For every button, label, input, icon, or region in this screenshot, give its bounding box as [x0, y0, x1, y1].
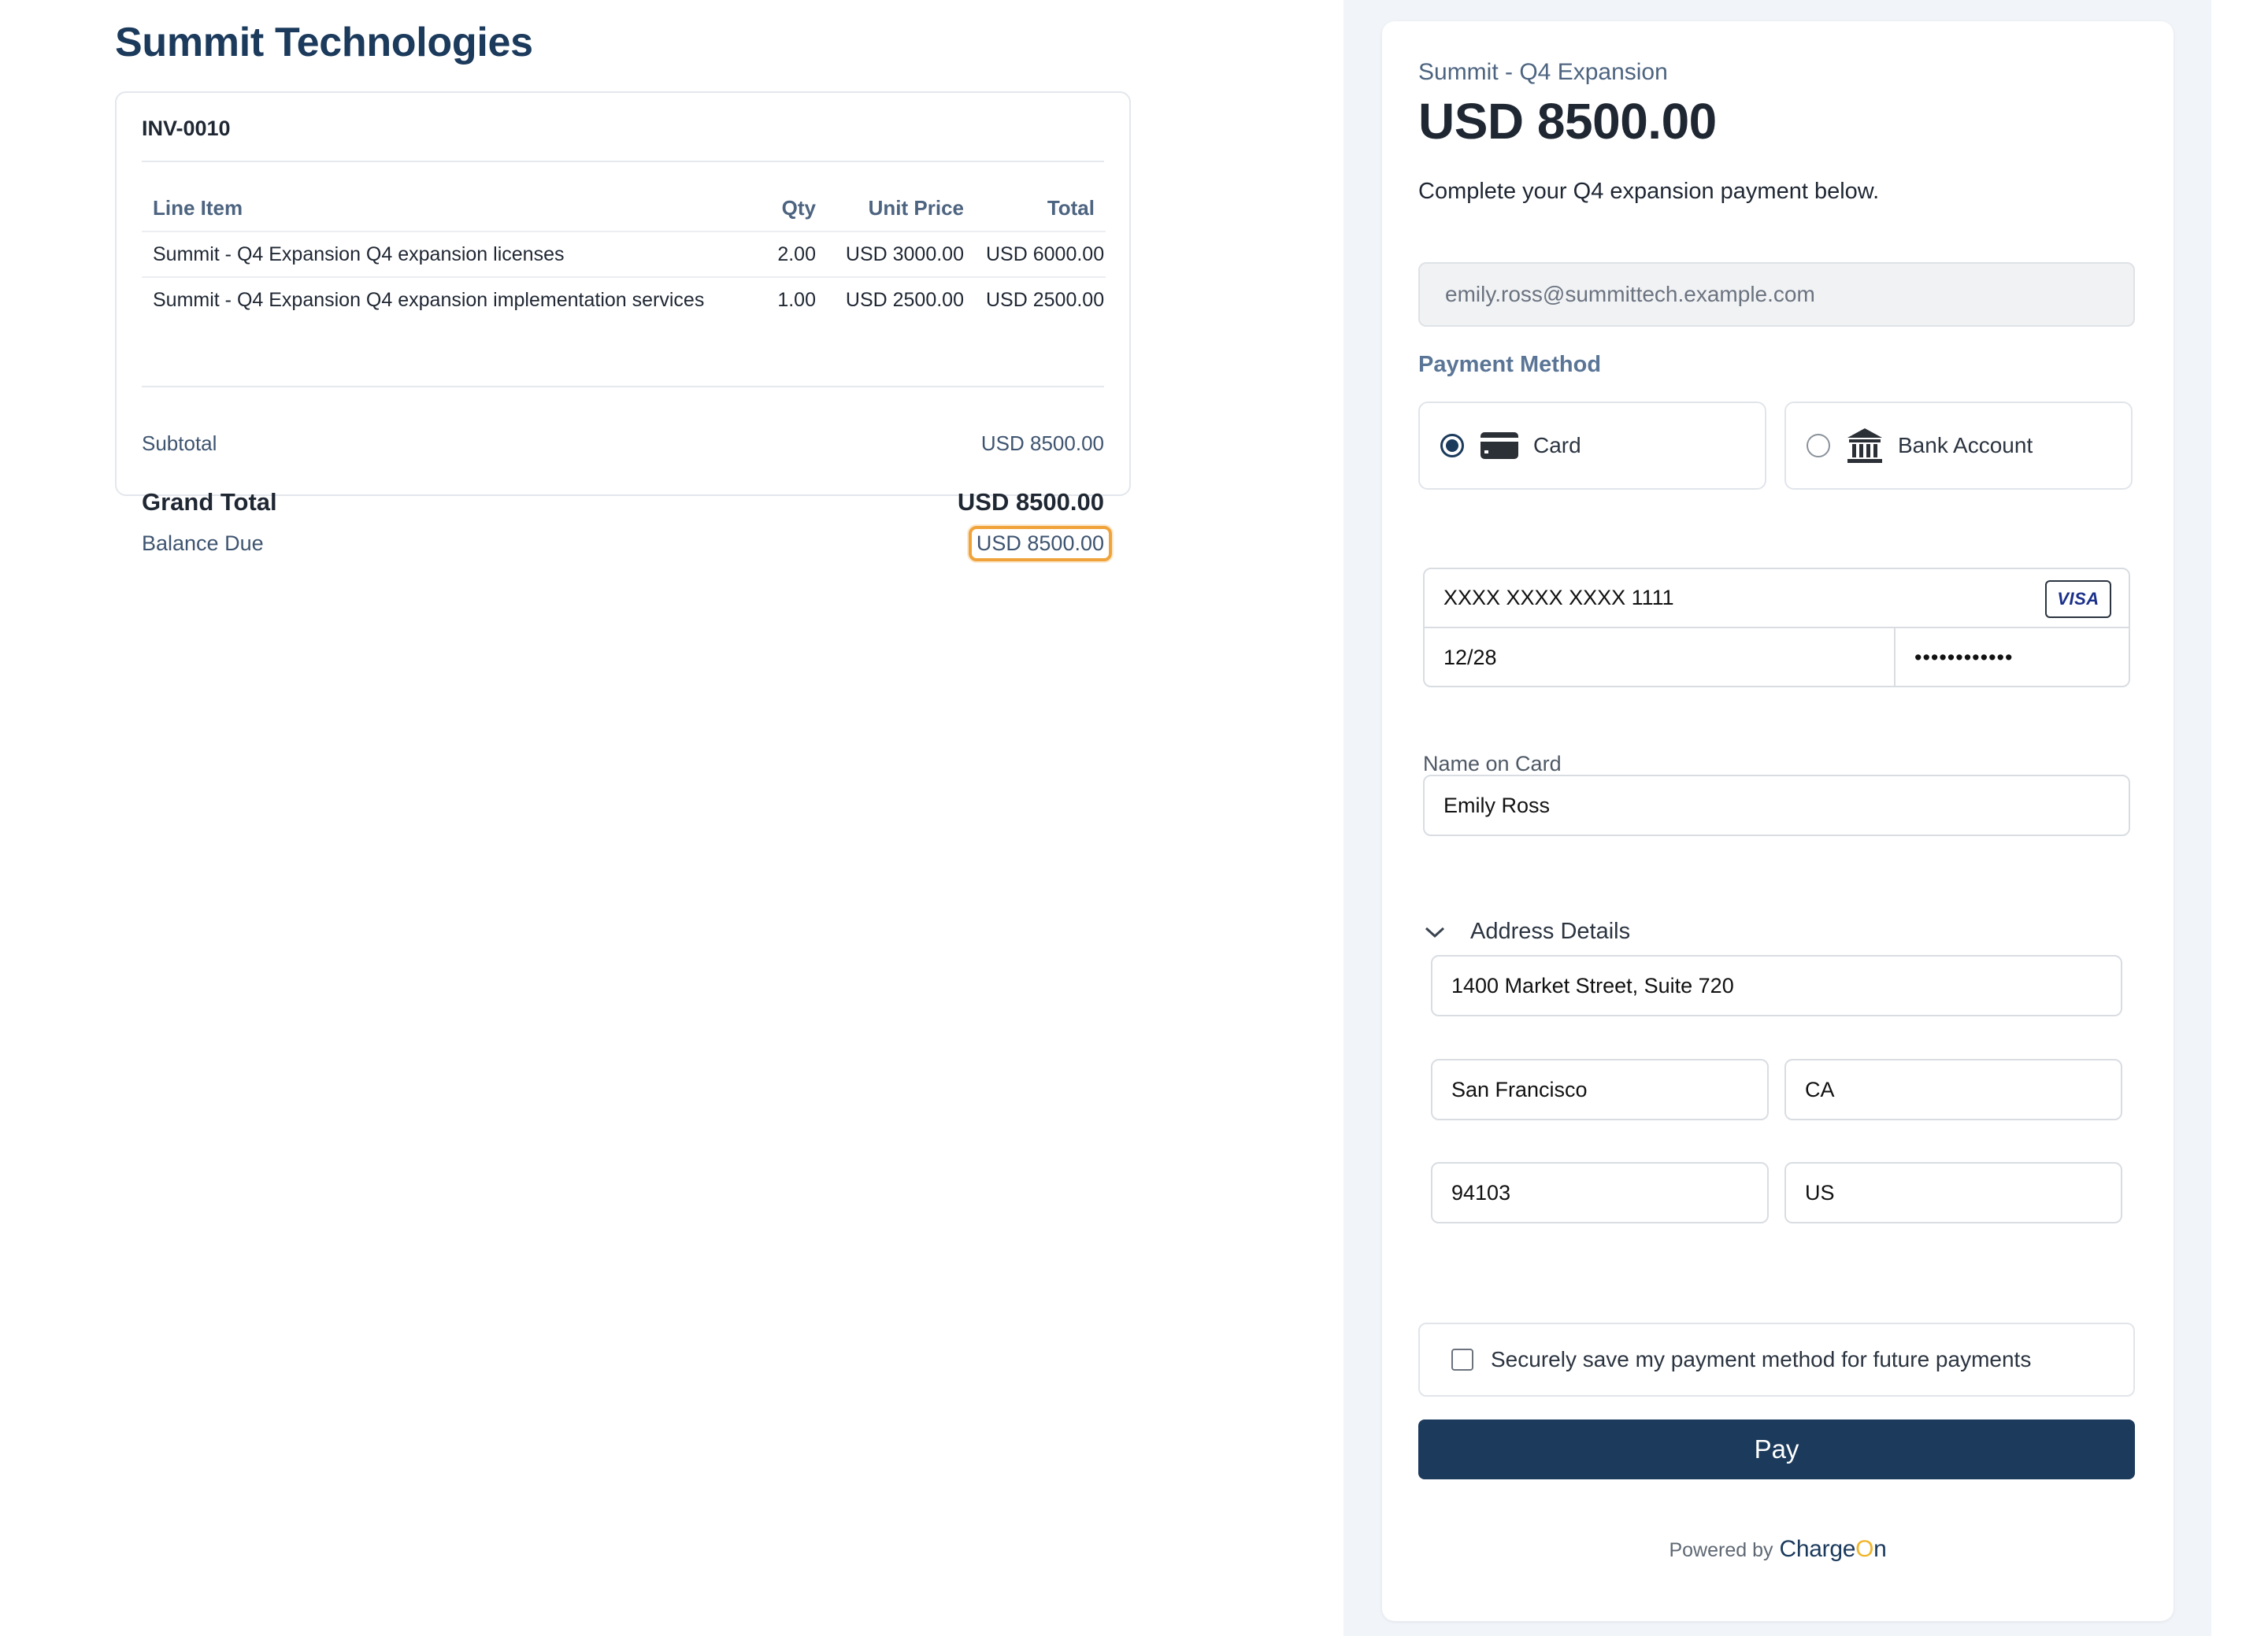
table-row: Summit - Q4 Expansion Q4 expansion licen… — [142, 231, 1106, 277]
country-input[interactable]: US — [1784, 1162, 2122, 1223]
line-item-qty: 2.00 — [747, 231, 827, 277]
card-cvc-input[interactable]: •••••••••••• — [1896, 628, 2130, 687]
grand-total-value: USD 8500.00 — [957, 488, 1104, 516]
balance-due-value: USD 8500.00 — [968, 526, 1112, 561]
email-field[interactable]: emily.ross@summittech.example.com — [1418, 262, 2135, 327]
address-details-toggle[interactable]: Address Details — [1423, 919, 1630, 945]
city-input[interactable]: San Francisco — [1431, 1059, 1769, 1120]
credit-card-icon — [1480, 431, 1519, 460]
card-expiry-input[interactable]: 12/28 — [1425, 628, 1896, 687]
card-details-group: XXXX XXXX XXXX 1111 VISA 12/28 •••••••••… — [1423, 568, 2130, 687]
pay-button[interactable]: Pay — [1418, 1419, 2135, 1479]
invoice-divider — [142, 161, 1104, 162]
brand-suffix: n — [1873, 1536, 1887, 1562]
table-header-row: Line Item Qty Unit Price Total — [142, 186, 1106, 231]
powered-by-label: Powered by — [1669, 1539, 1773, 1561]
chevron-down-icon — [1423, 920, 1447, 944]
card-radio[interactable] — [1440, 434, 1464, 457]
line-item-name: Summit - Q4 Expansion Q4 expansion licen… — [142, 231, 747, 277]
line-item-unit-price: USD 3000.00 — [827, 231, 975, 277]
line-item-total: USD 2500.00 — [975, 276, 1106, 323]
payment-method-card-option[interactable]: Card — [1418, 402, 1766, 490]
payment-method-bank-option[interactable]: Bank Account — [1784, 402, 2133, 490]
column-header-qty: Qty — [781, 196, 816, 220]
balance-due-row: Balance Due USD 8500.00 — [142, 526, 1112, 561]
visa-icon: VISA — [2045, 580, 2111, 618]
save-payment-method-option[interactable]: Securely save my payment method for futu… — [1418, 1323, 2135, 1397]
name-on-card-label: Name on Card — [1423, 752, 1562, 775]
brand-prefix: Charge — [1779, 1536, 1856, 1562]
save-method-checkbox[interactable] — [1451, 1349, 1473, 1371]
payment-note: Complete your Q4 expansion payment below… — [1418, 179, 1880, 204]
column-header-total: Total — [1047, 196, 1095, 220]
bank-option-label: Bank Account — [1898, 433, 2033, 457]
postal-code-input[interactable]: 94103 — [1431, 1162, 1769, 1223]
state-input[interactable]: CA — [1784, 1059, 2122, 1120]
column-header-line-item: Line Item — [153, 196, 243, 220]
summary-divider — [142, 386, 1104, 387]
card-number-input[interactable]: XXXX XXXX XXXX 1111 — [1425, 569, 2129, 628]
column-header-unit-price: Unit Price — [868, 196, 964, 220]
address-line1-input[interactable]: 1400 Market Street, Suite 720 — [1431, 955, 2122, 1016]
line-item-name: Summit - Q4 Expansion Q4 expansion imple… — [142, 276, 747, 323]
card-option-label: Card — [1533, 433, 1581, 457]
invoice-number: INV-0010 — [142, 117, 231, 140]
company-title: Summit Technologies — [115, 20, 533, 65]
line-item-unit-price: USD 2500.00 — [827, 276, 975, 323]
line-items-table: Line Item Qty Unit Price Total Summit - … — [142, 186, 1106, 323]
payment-amount: USD 8500.00 — [1418, 93, 1717, 150]
invoice-card: INV-0010 Line Item Qty Unit Price Total … — [115, 91, 1131, 561]
name-on-card-input[interactable]: Emily Ross — [1423, 775, 2130, 836]
payment-description: Summit - Q4 Expansion — [1418, 59, 1668, 85]
balance-due-label: Balance Due — [142, 531, 264, 555]
payment-card: Summit - Q4 Expansion USD 8500.00 Comple… — [1382, 21, 2174, 1621]
payment-method-label: Payment Method — [1418, 352, 1602, 377]
powered-by-footer: Powered by ChargeOn — [1382, 1536, 2174, 1563]
save-method-label: Securely save my payment method for futu… — [1491, 1347, 2032, 1371]
subtotal-value: USD 8500.00 — [980, 431, 1104, 455]
line-item-qty: 1.00 — [747, 276, 827, 323]
table-row: Summit - Q4 Expansion Q4 expansion imple… — [142, 276, 1106, 323]
subtotal-row: Subtotal USD 8500.00 — [142, 431, 1104, 456]
brand-accent: O — [1855, 1536, 1874, 1562]
bank-icon — [1846, 427, 1884, 465]
address-details-label: Address Details — [1470, 919, 1631, 944]
subtotal-label: Subtotal — [142, 431, 217, 455]
grand-total-label: Grand Total — [142, 488, 277, 516]
bank-radio[interactable] — [1807, 434, 1830, 457]
line-item-total: USD 6000.00 — [975, 231, 1106, 277]
grand-total-row: Grand Total USD 8500.00 — [142, 488, 1104, 516]
chargeon-logo: ChargeOn — [1780, 1536, 1887, 1563]
